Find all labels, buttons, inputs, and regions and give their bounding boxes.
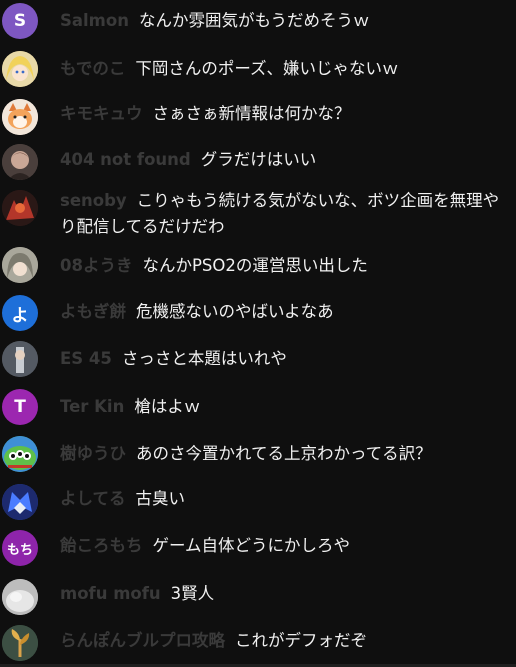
message-text: 08ようき なんかPSO2の運営思い出した — [60, 253, 505, 279]
avatar-letter: T — [14, 397, 26, 417]
message-body: さぁさぁ新情報は何かな？ — [152, 104, 351, 123]
message-body: ゲーム自体どうにかしろや — [152, 536, 351, 555]
message-text: 樹ゆうひ あのさ今置かれてる上京わかってる訳？ — [60, 441, 505, 467]
cat-character-avatar-icon[interactable] — [2, 99, 38, 135]
author-name[interactable]: もでのこ — [60, 59, 125, 78]
message-body: 下岡さんのポーズ、嫌いじゃないｗ — [135, 59, 399, 78]
author-name[interactable]: Salmon — [60, 11, 129, 30]
message-text: もでのこ 下岡さんのポーズ、嫌いじゃないｗ — [60, 56, 505, 82]
avatar-letter: もち — [6, 542, 33, 558]
grey-character-avatar-icon[interactable] — [2, 247, 38, 283]
avatar[interactable]: よ — [2, 295, 38, 331]
message-body: なんか雰囲気がもうだめそうｗ — [138, 11, 370, 30]
author-name[interactable]: Ter Kin — [60, 397, 124, 416]
author-name[interactable]: らんぽんブルプロ攻略 — [60, 631, 225, 650]
message-text: よもぎ餅 危機感ないのやばいよなあ — [60, 299, 505, 325]
message-text: 飴ころもち ゲーム自体どうにかしろや — [60, 533, 505, 559]
message-body: さっさと本題はいれや — [121, 349, 287, 368]
message-text: らんぽんブルプロ攻略 これがデフォだぞ — [60, 628, 505, 654]
author-name[interactable]: 08ようき — [60, 256, 132, 275]
blonde-character-avatar-icon[interactable] — [2, 51, 38, 87]
author-name[interactable]: 飴ころもち — [60, 536, 143, 555]
portrait-avatar-icon[interactable] — [2, 341, 38, 377]
author-name[interactable]: よもぎ餅 — [60, 302, 126, 321]
message-text: ES 45 さっさと本題はいれや — [60, 346, 505, 372]
avatar-letter: よ — [11, 305, 29, 326]
avatar[interactable]: もち — [2, 530, 38, 566]
alien-avatar-icon[interactable] — [2, 436, 38, 472]
message-body: 古臭い — [135, 489, 186, 508]
author-name[interactable]: ES 45 — [60, 349, 112, 368]
avatar[interactable]: S — [2, 3, 38, 39]
message-body: これがデフォだぞ — [235, 631, 367, 650]
author-name[interactable]: よしてる — [60, 489, 126, 508]
message-text: よしてる 古臭い — [60, 486, 505, 512]
message-text: mofu mofu 3賢人 — [60, 581, 505, 607]
blue-robot-avatar-icon[interactable] — [2, 484, 38, 520]
avatar-letter: S — [13, 11, 27, 31]
message-text: senoby こりゃもう続ける気がないな、ボツ企画を無理やり配信してるだけだわ — [60, 188, 505, 240]
message-text: Salmon なんか雰囲気がもうだめそうｗ — [60, 8, 505, 34]
author-name[interactable]: 樹ゆうひ — [60, 444, 126, 463]
message-body: 危機感ないのやばいよなあ — [136, 302, 334, 321]
message-body: 3賢人 — [170, 584, 215, 603]
message-body: あのさ今置かれてる上京わかってる訳？ — [136, 444, 432, 463]
avatar[interactable]: T — [2, 389, 38, 425]
message-text: 404 not found グラだけはいい — [60, 147, 505, 173]
message-body: なんかPSO2の運営思い出した — [142, 256, 368, 275]
author-name[interactable]: 404 not found — [60, 150, 191, 169]
message-text: Ter Kin 槍はよｗ — [60, 394, 505, 420]
plant-avatar-icon[interactable] — [2, 625, 38, 661]
author-name[interactable]: mofu mofu — [60, 584, 161, 603]
message-body: グラだけはいい — [200, 150, 317, 169]
live-chat-list: S Salmon なんか雰囲気がもうだめそうｗ もでのこ 下岡さんのポーズ、嫌いじゃ… — [0, 0, 516, 667]
fluffy-avatar-icon[interactable] — [2, 579, 38, 615]
red-dark-avatar-icon[interactable] — [2, 190, 38, 226]
message-text: キモキュウ さぁさぁ新情報は何かな？ — [60, 101, 505, 127]
message-body: 槍はよｗ — [134, 397, 201, 416]
author-name[interactable]: senoby — [60, 191, 127, 210]
dark-character-avatar-icon[interactable] — [2, 144, 38, 180]
author-name[interactable]: キモキュウ — [60, 104, 143, 123]
